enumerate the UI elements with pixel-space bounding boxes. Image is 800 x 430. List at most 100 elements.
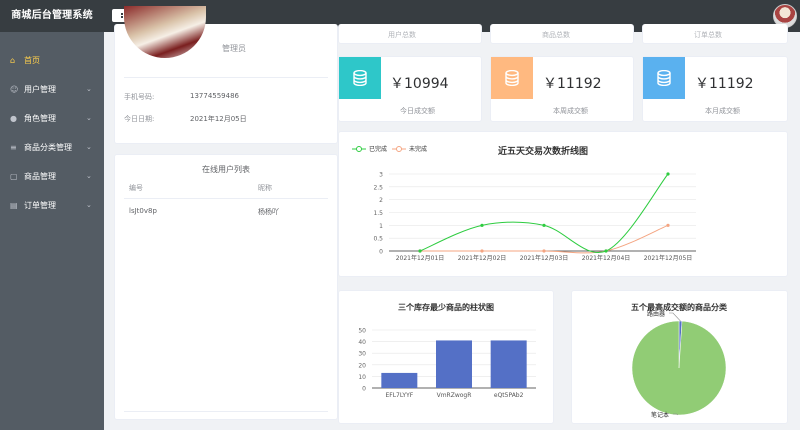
sidebar-item-label: 首页 [24,56,40,65]
sidebar-item-categories[interactable]: ≡ 商品分类管理 ⌄ [0,133,104,162]
chevron-down-icon: ⌄ [86,143,92,151]
sidebar-item-label: 角色管理 [24,114,56,123]
sidebar-item-users[interactable]: ☺ 用户管理 ⌄ [0,75,104,104]
pie-slice [631,320,727,416]
bar [436,340,472,388]
bar-chart: 三个库存最少商品的柱状图 0 10 20 30 40 50 EFL7LYYF VmRZwogR e… [358,302,536,399]
divider [124,77,328,78]
data-point [666,172,670,176]
x-tick-label: EFL7LYYF [385,392,413,399]
online-users-card [114,154,338,420]
sidebar: ⌂ 首页 ☺ 用户管理 ⌄ ● 角色管理 ⌄ ≡ 商品分类管理 ⌄ ▢ 商品管理… [0,32,104,430]
home-icon: ⌂ [10,56,16,65]
sidebar-item-label: 商品管理 [24,172,56,181]
order-count-label: 订单总数 [694,31,722,39]
y-tick-label: 40 [358,339,366,346]
legend-label: 未完成 [409,145,427,153]
user-role: 管理员 [222,44,246,53]
chart-title: 三个库存最少商品的柱状图 [398,302,494,312]
chart-title: 近五天交易次数折线图 [498,145,588,157]
sidebar-item-orders[interactable]: ▤ 订单管理 ⌄ [0,191,104,220]
data-point [542,249,546,253]
x-tick-label: 2021年12月02日 [458,254,507,262]
y-tick-label: 20 [358,362,366,369]
slice-label: 笔记本 [651,411,669,419]
legend-label: 已完成 [369,145,387,153]
week-sales-label: 本周成交额 [553,107,588,115]
data-point [666,223,670,227]
bar [381,372,418,388]
today-sales-value: ￥10994 [390,76,449,92]
database-icon-glyph [657,70,671,86]
x-tick-label: 2021年12月01日 [396,254,445,262]
week-sales-value: ￥11192 [543,76,602,92]
database-icon-glyph [505,70,519,86]
bar [490,340,527,388]
y-tick-label: 30 [358,351,366,358]
y-tick-label: 10 [358,374,366,381]
y-tick-label: 2.5 [373,184,383,191]
user-icon: ☺ [10,85,19,94]
y-tick-label: 0 [362,386,366,393]
today-sales-label: 今日成交额 [400,107,435,115]
table-header-divider [124,198,328,199]
goods-icon: ▢ [10,172,18,181]
database-top [353,70,367,77]
series-line-1 [420,224,669,254]
grid-icon [121,13,123,15]
chevron-down-icon: ⌄ [86,85,92,93]
chevron-down-icon: ⌄ [86,172,92,180]
role-icon: ● [10,114,17,123]
leader-line [669,312,681,322]
month-sales-label: 本月成交额 [705,107,740,115]
y-tick-label: 1 [379,223,383,230]
date-value: 2021年12月05日 [190,115,247,123]
order-icon: ▤ [10,201,18,210]
legend-marker [396,146,402,152]
goods-count-label: 商品总数 [542,31,570,39]
pie-chart: 五个最高成交额的商品分类路由器笔记本 [631,302,727,419]
y-tick-label: 1.5 [373,210,383,217]
sidebar-item-goods[interactable]: ▢ 商品管理 ⌄ [0,162,104,191]
column-header-nickname: 昵称 [258,184,272,192]
legend-marker [356,146,362,152]
table-cell-id: lsJt0v8p [129,207,157,215]
series-line-0 [419,173,669,254]
chevron-down-icon: ⌄ [86,114,92,122]
slice-label: 路由器 [647,310,665,318]
y-tick-label: 3 [379,172,383,179]
month-sales-value: ￥11192 [695,76,754,92]
sidebar-item-label: 订单管理 [24,201,56,210]
sidebar-item-home[interactable]: ⌂ 首页 [0,46,104,75]
table-cell-nickname: 杨杨吖 [258,208,279,216]
date-label: 今日日期: [124,115,155,123]
x-tick-label: 2021年12月03日 [520,254,569,262]
online-users-title: 在线用户列表 [202,165,250,174]
x-tick-label: 2021年12月05日 [644,254,693,262]
chart-title: 五个最高成交额的商品分类 [631,302,727,312]
data-point [480,249,484,253]
table-footer-divider [124,411,328,412]
x-tick-label: eQt5PAb2 [494,392,524,399]
data-point [542,223,546,227]
sidebar-item-roles[interactable]: ● 角色管理 ⌄ [0,104,104,133]
database-icon [339,57,381,99]
sidebar-item-label: 商品分类管理 [24,143,72,152]
y-tick-label: 50 [358,328,366,335]
database-top [657,70,671,77]
sidebar-item-label: 用户管理 [24,85,56,94]
y-tick-label: 0 [379,249,383,256]
line-chart: 近五天交易次数折线图 0 0.5 1 1.5 2 2.5 3 2021年12月01日 2021年1… [352,145,696,262]
database-icon [643,57,685,99]
y-tick-label: 0.5 [373,236,383,243]
data-point [480,223,484,227]
phone-value: 13774559486 [190,92,239,100]
database-top [505,70,519,77]
user-count-label: 用户总数 [388,31,416,39]
x-tick-label: 2021年12月04日 [582,254,631,262]
chevron-down-icon: ⌄ [86,201,92,209]
x-tick-label: VmRZwogR [437,392,472,399]
y-tick-label: 2 [379,197,383,204]
data-point [418,249,422,253]
column-header-id: 编号 [129,184,143,192]
